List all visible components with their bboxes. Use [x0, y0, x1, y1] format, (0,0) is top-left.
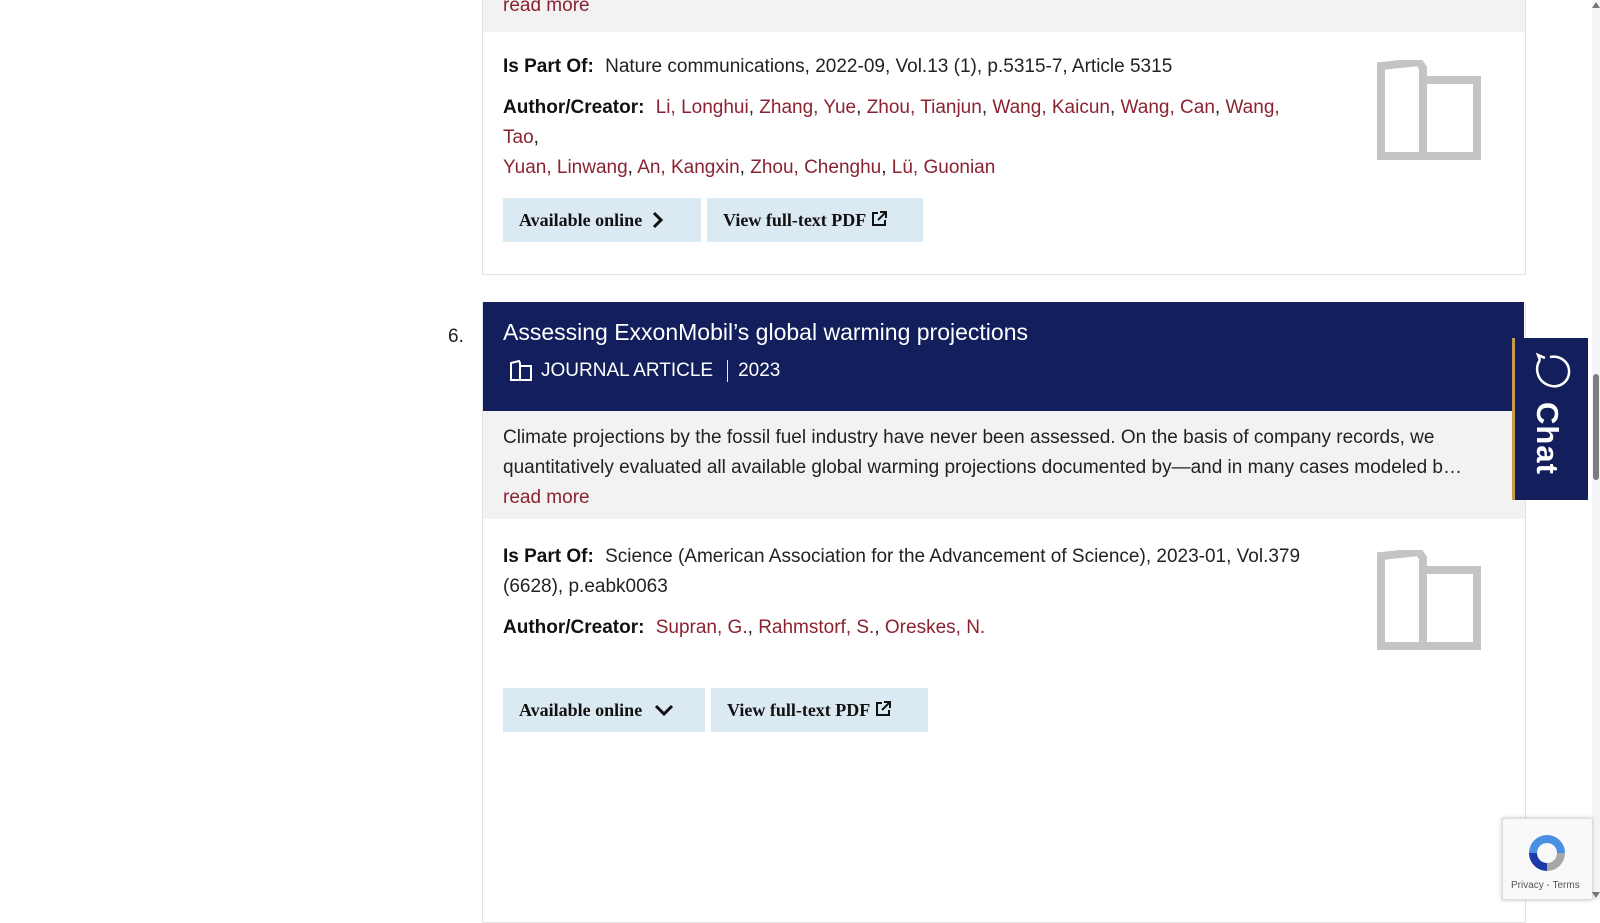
result-card-5: read more Is Part Of: Nature communicati…	[482, 0, 1526, 275]
available-online-button[interactable]: Available online	[503, 688, 705, 732]
scrollbar-thumb[interactable]	[1593, 374, 1599, 480]
chat-label: Chat	[1530, 402, 1565, 475]
available-online-label: Available online	[519, 699, 643, 720]
page-scrollbar[interactable]	[1592, 0, 1600, 900]
author-label: Author/Creator:	[503, 617, 645, 638]
read-more-link[interactable]: read more	[503, 0, 590, 16]
type-row: JOURNAL ARTICLE 2023	[503, 360, 1504, 382]
available-online-button[interactable]: Available online	[503, 198, 701, 242]
is-part-of-row: Is Part Of: Nature communications, 2022-…	[503, 52, 1305, 82]
view-pdf-button[interactable]: View full-text PDF	[707, 198, 923, 242]
chevron-right-icon	[653, 211, 664, 229]
is-part-of-row: Is Part Of: Science (American Associatio…	[503, 542, 1305, 602]
author-link[interactable]: Li, Longhui	[656, 97, 749, 118]
author-link[interactable]: Lü, Guonian	[892, 157, 996, 178]
author-link[interactable]: Zhou, Chenghu	[750, 157, 881, 178]
abstract-teaser: read more	[483, 0, 1525, 32]
is-part-of-value: Science (American Association for the Ad…	[503, 546, 1301, 597]
external-link-icon	[876, 700, 892, 716]
recaptcha-links[interactable]: Privacy - Terms	[1511, 880, 1580, 891]
is-part-of-value: Nature communications, 2022-09, Vol.13 (…	[605, 56, 1173, 77]
author-row: Author/Creator: Li, Longhui, Zhang, Yue,…	[503, 97, 1280, 178]
author-link[interactable]: Zhou, Tianjun	[867, 97, 982, 118]
book-thumbnail-icon[interactable]	[1377, 550, 1481, 650]
read-more-link[interactable]: read more	[503, 487, 590, 508]
publication-year: 2023	[738, 360, 781, 381]
author-link[interactable]: An, Kangxin	[637, 157, 739, 178]
book-thumbnail-icon[interactable]	[1377, 60, 1481, 160]
view-pdf-label: View full-text PDF	[723, 209, 867, 230]
chevron-down-icon	[655, 704, 674, 717]
type-divider	[727, 360, 729, 382]
result-header: Assessing ExxonMobil’s global warming pr…	[483, 302, 1524, 411]
external-link-icon	[872, 210, 888, 226]
view-pdf-button[interactable]: View full-text PDF	[711, 688, 928, 732]
author-link[interactable]: Supran, G.	[656, 617, 748, 638]
recaptcha-icon	[1529, 835, 1565, 871]
chat-tab[interactable]: Chat	[1512, 338, 1588, 500]
author-link[interactable]: Rahmstorf, S.	[758, 617, 874, 638]
author-row: Author/Creator: Supran, G., Rahmstorf, S…	[503, 617, 986, 638]
view-pdf-label: View full-text PDF	[727, 699, 871, 720]
available-online-label: Available online	[519, 209, 643, 230]
result-title[interactable]: Assessing ExxonMobil’s global warming pr…	[503, 316, 1504, 348]
author-link[interactable]: Wang, Kaicun	[992, 97, 1110, 118]
result-number: 6.	[448, 326, 464, 347]
scroll-down-arrow-icon[interactable]	[1592, 890, 1600, 900]
author-label: Author/Creator:	[503, 97, 645, 118]
recaptcha-badge[interactable]: Privacy - Terms	[1502, 818, 1592, 900]
chat-bubble-icon	[1535, 352, 1571, 388]
resource-type: JOURNAL ARTICLE	[541, 360, 714, 381]
abstract-line: Climate projections by the fossil fuel i…	[503, 427, 1435, 448]
journal-article-icon	[510, 360, 532, 381]
is-part-of-label: Is Part Of:	[503, 56, 594, 77]
author-link[interactable]: Zhang, Yue	[759, 97, 856, 118]
author-link[interactable]: Yuan, Linwang	[503, 157, 628, 178]
abstract-teaser: Climate projections by the fossil fuel i…	[483, 411, 1525, 519]
is-part-of-label: Is Part Of:	[503, 546, 594, 567]
author-link[interactable]: Wang, Can	[1121, 97, 1215, 118]
scroll-up-arrow-icon[interactable]	[1592, 0, 1600, 10]
author-link[interactable]: Oreskes, N.	[885, 617, 985, 638]
abstract-line: quantitatively evaluated all available g…	[503, 457, 1462, 478]
